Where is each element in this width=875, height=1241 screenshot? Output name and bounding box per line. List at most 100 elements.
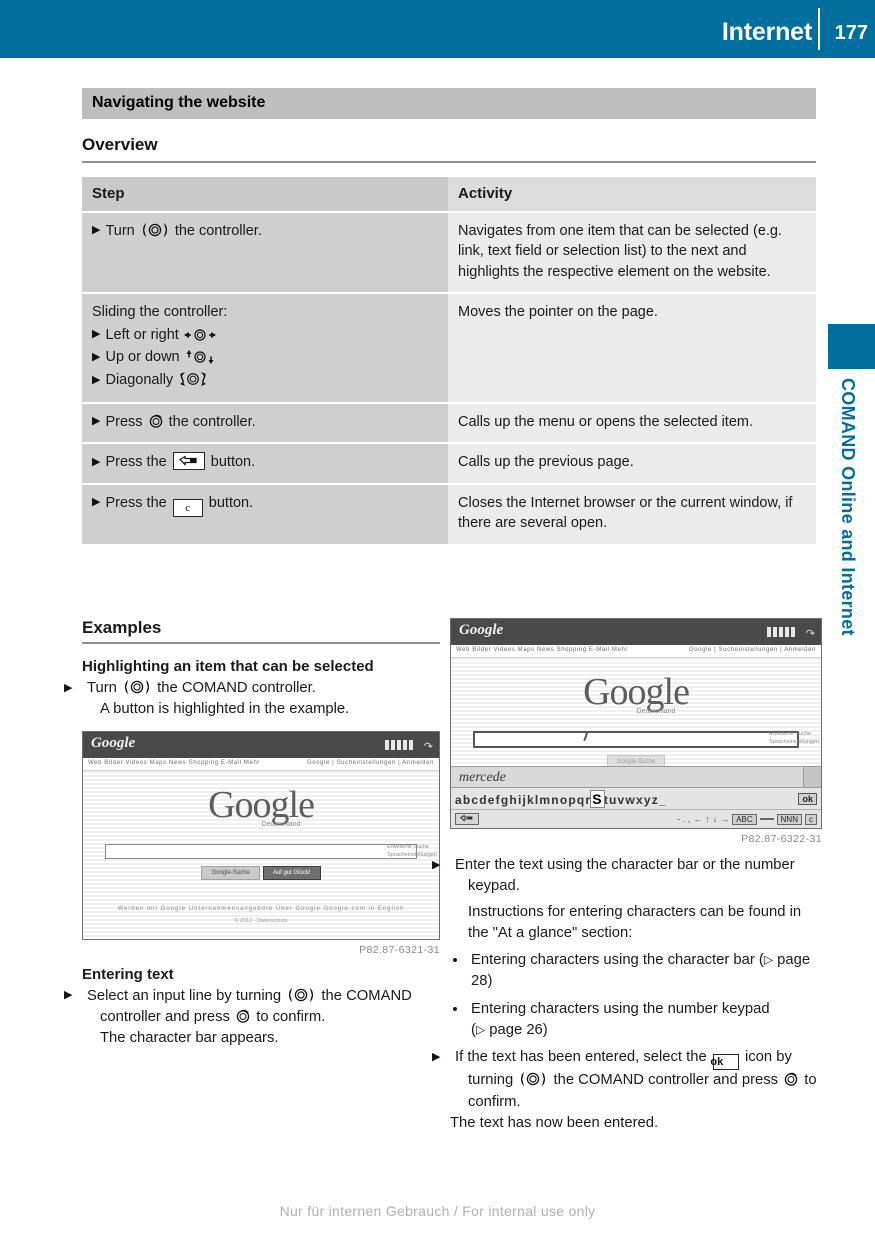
step-bullet-icon: ▶ bbox=[92, 224, 101, 237]
page-number: 177 bbox=[834, 22, 868, 44]
input-line-value: mercede bbox=[459, 770, 506, 785]
google-wordmark-icon: Google bbox=[459, 622, 504, 638]
highlighting-result: A button is highlighted in the example. bbox=[100, 701, 350, 718]
step-text-prefix: Press bbox=[105, 413, 143, 430]
table-header-activity: Activity bbox=[448, 176, 816, 212]
step-bullet-icon: ▶ bbox=[92, 350, 101, 363]
lucky-button-highlighted[interactable]: Auf gut Glück! bbox=[262, 865, 321, 880]
charbar-ok-button[interactable]: ok bbox=[798, 793, 817, 805]
table-cell-activity: Navigates from one item that can be sele… bbox=[448, 210, 816, 294]
charbar-space-button[interactable] bbox=[759, 818, 774, 820]
screenshot-google-charbar: Google ↷ Web Bilder Videos Maps News Sho… bbox=[450, 618, 822, 829]
charbar-arrow-down-icon[interactable]: ↓ bbox=[713, 814, 718, 824]
pointer-cursor-icon bbox=[583, 730, 589, 742]
language-settings-note: Spracheinstellungen bbox=[769, 739, 819, 746]
examples-right-column: Google ↷ Web Bilder Videos Maps News Sho… bbox=[432, 618, 822, 1136]
examples-section: Examples Highlighting an item that can b… bbox=[64, 618, 822, 1188]
sub-step-label: Up or down bbox=[105, 349, 180, 366]
comand-press-icon bbox=[148, 413, 164, 429]
google-logo-text: Google bbox=[208, 783, 315, 826]
table-row: ▶ Turn the controller. Navigates from one… bbox=[82, 210, 816, 294]
step-text-prefix: Turn bbox=[87, 680, 117, 696]
character-bar-toolbar: - . , ← ↑ ↓ → ABC NNN c bbox=[451, 810, 821, 828]
table-row: Sliding the controller: ▶ Left or right bbox=[82, 292, 816, 403]
sub-step-diagonally: ▶ Diagonally bbox=[92, 370, 438, 391]
comand-turn-icon bbox=[518, 1071, 548, 1087]
input-line-scroll-handle[interactable] bbox=[803, 767, 821, 787]
examples-heading: Examples bbox=[82, 618, 162, 637]
page-header-bar: Internet 177 bbox=[0, 0, 875, 58]
slide-diagonal-icon bbox=[178, 371, 208, 387]
entering-text-result: The character bar appears. bbox=[100, 1030, 279, 1047]
table-cell-activity: Closes the Internet browser or the curre… bbox=[448, 482, 816, 544]
figure-google-highlight: Google ↷ Web Bilder Videos Maps News Sho… bbox=[82, 730, 440, 956]
character-bar-letters[interactable]: abcdefghijklmnopqrStuvwxyz_ bbox=[455, 790, 667, 808]
table-cell-activity: Moves the pointer on the page. bbox=[448, 292, 816, 403]
confirm-text-step: ▶ If the text has been entered, select th… bbox=[432, 1049, 817, 1110]
figure-caption: P82.87-6321-31 bbox=[359, 943, 440, 956]
language-settings-note: Spracheinstellungen bbox=[387, 851, 437, 858]
call-arrow-icon: ↷ bbox=[805, 628, 815, 640]
charbar-toolbar-right: - . , ← ↑ ↓ → ABC NNN c bbox=[677, 813, 817, 825]
entering-step-c: to confirm. bbox=[256, 1008, 326, 1025]
reference-text: Entering characters using the character … bbox=[471, 952, 755, 969]
enter-text-step-label: Enter the text using the character bar o… bbox=[455, 857, 795, 895]
screenshot-nav-right: Google | Sucheinstellungen | Anmelden bbox=[306, 759, 434, 766]
comand-turn-icon bbox=[122, 679, 152, 695]
charbar-selected-letter: S bbox=[590, 790, 605, 808]
screenshot-search-row: Erweiterte Suche Spracheinstellungen bbox=[83, 843, 439, 860]
comand-press-icon bbox=[235, 1008, 251, 1024]
table-cell-activity: Calls up the previous page. bbox=[448, 442, 816, 484]
screenshot-navbar: Web Bilder Videos Maps News Shopping E-M… bbox=[83, 757, 439, 771]
google-search-button[interactable]: Google-Suche bbox=[201, 865, 260, 880]
step-bullet-icon: ▶ bbox=[92, 455, 101, 468]
reference-page[interactable]: page 26 bbox=[489, 1022, 543, 1038]
step-intro-text: Sliding the controller: bbox=[92, 304, 228, 321]
table-cell-step: ▶ Press the button. bbox=[82, 442, 448, 484]
charbar-clear-button[interactable]: c bbox=[805, 813, 817, 825]
screenshot-titlebar: Google ↷ bbox=[451, 619, 821, 645]
charbar-segment-1: abcdefghijklmnopqr bbox=[455, 793, 592, 807]
charbar-arrow-up-icon[interactable]: ↑ bbox=[705, 814, 710, 824]
chapter-tab-marker bbox=[828, 324, 875, 369]
table-cell-activity: Calls up the menu or opens the selected … bbox=[448, 401, 816, 444]
figure-caption: P82.87-6322-31 bbox=[741, 833, 822, 845]
screenshot-page-body: Google Deutschland Erweiterte Suche Spra… bbox=[83, 770, 439, 939]
entering-text-subhead: Entering text bbox=[82, 965, 174, 983]
character-bar[interactable]: abcdefghijklmnopqrStuvwxyz_ ok bbox=[451, 788, 821, 810]
reference-list: Entering characters using the character … bbox=[450, 950, 822, 1041]
screenshot-input-line[interactable]: mercede bbox=[451, 766, 821, 788]
step-bullet-icon: ▶ bbox=[92, 328, 101, 341]
charbar-abc-button[interactable]: ABC bbox=[732, 813, 757, 825]
call-arrow-icon: ↷ bbox=[423, 740, 433, 753]
page-ref-icon: ▷ bbox=[763, 952, 774, 967]
page-footer-notice: Nur für internen Gebrauch / For internal… bbox=[279, 1203, 596, 1219]
chapter-vertical-label: COMAND Online and Internet bbox=[838, 378, 858, 636]
google-logo-text: Google bbox=[583, 671, 690, 713]
charbar-nnn-button[interactable]: NNN bbox=[776, 813, 802, 825]
sub-step-left-right: ▶ Left or right bbox=[92, 325, 438, 346]
sub-step-up-down: ▶ Up or down bbox=[92, 347, 438, 368]
charbar-back-button-icon[interactable] bbox=[455, 813, 479, 825]
charbar-arrow-right-icon[interactable]: → bbox=[720, 814, 729, 824]
header-divider bbox=[818, 8, 820, 50]
screenshot-search-sidenotes: Erweiterte Suche Spracheinstellungen bbox=[387, 843, 437, 860]
slide-left-right-icon bbox=[183, 328, 216, 342]
screenshot-search-input-focused[interactable] bbox=[473, 730, 799, 748]
step-text-suffix: the controller. bbox=[168, 413, 256, 430]
table-cell-step: ▶ Turn the controller. bbox=[82, 210, 448, 294]
charbar-punctuation[interactable]: - . , bbox=[677, 814, 690, 824]
overview-rule bbox=[82, 160, 816, 163]
step-text-suffix: button. bbox=[208, 494, 254, 511]
charbar-arrow-left-icon[interactable]: ← bbox=[693, 814, 702, 824]
google-logo-subtext: Deutschland bbox=[636, 708, 676, 715]
advanced-search-note: Erweiterte Suche bbox=[769, 731, 812, 737]
figure-character-bar: Google ↷ Web Bilder Videos Maps News Sho… bbox=[450, 618, 822, 845]
step-text-suffix: button. bbox=[210, 454, 256, 471]
screenshot-search-input[interactable] bbox=[105, 843, 417, 859]
step-text-suffix: the controller. bbox=[174, 222, 262, 239]
sub-step-label: Diagonally bbox=[105, 372, 174, 389]
comand-press-icon bbox=[783, 1071, 799, 1087]
google-logo-subtext: Deutschland bbox=[261, 820, 301, 828]
screenshot-google-home: Google ↷ Web Bilder Videos Maps News Sho… bbox=[82, 730, 440, 940]
